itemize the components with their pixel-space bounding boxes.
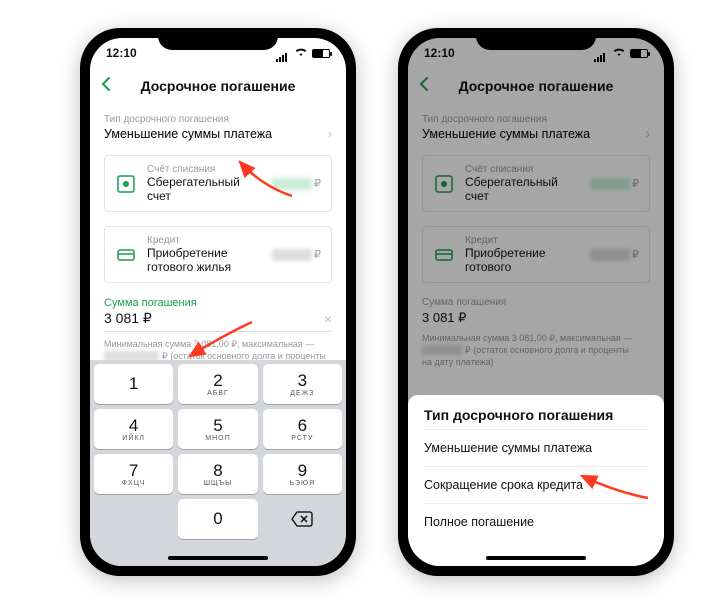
home-indicator[interactable] — [168, 556, 268, 560]
page-title: Досрочное погашение — [120, 78, 316, 94]
home-indicator[interactable] — [486, 556, 586, 560]
key-8[interactable]: 8ШЩЪЫ — [178, 454, 257, 494]
sum-label: Сумма погашения — [104, 297, 332, 309]
key-4[interactable]: 4ИЙКЛ — [94, 409, 173, 449]
action-sheet: Тип досрочного погашения Уменьшение сумм… — [408, 395, 664, 566]
key-7[interactable]: 7ФХЦЧ — [94, 454, 173, 494]
status-time: 12:10 — [106, 46, 137, 60]
credit-value: Приобретение готового жилья — [147, 246, 262, 274]
sheet-option-full[interactable]: Полное погашение — [424, 503, 648, 540]
screen-right: 12:10 Досрочное погашение Тип досрочного… — [408, 38, 664, 566]
credit-amount-hidden: 0000 — [272, 249, 312, 261]
phone-frame-right: 12:10 Досрочное погашение Тип досрочного… — [398, 28, 674, 576]
nav-bar: Досрочное погашение — [90, 68, 346, 104]
notch — [476, 28, 596, 50]
numeric-keypad: 1 2АБВГ 3ДЕЖЗ 4ИЙКЛ 5МНОП 6РСТУ 7ФХЦЧ 8Ш… — [90, 360, 346, 566]
credit-label: Кредит — [147, 235, 262, 246]
back-button[interactable] — [100, 76, 120, 97]
repayment-type-row[interactable]: Уменьшение суммы платежа › — [104, 127, 332, 141]
sheet-option-reduce-term[interactable]: Сокращение срока кредита — [424, 466, 648, 503]
key-1[interactable]: 1 — [94, 364, 173, 404]
notch — [158, 28, 278, 50]
key-backspace[interactable] — [263, 499, 342, 539]
signal-icon — [276, 48, 290, 58]
debit-amount-hidden: 0000 — [272, 178, 312, 190]
debit-account-label: Счёт списания — [147, 164, 262, 175]
sheet-option-reduce-payment[interactable]: Уменьшение суммы платежа — [424, 429, 648, 466]
debit-account-value: Сберегательный счет — [147, 175, 262, 203]
key-0[interactable]: 0 — [178, 499, 257, 539]
clear-icon[interactable]: × — [324, 311, 332, 327]
target-icon — [115, 173, 137, 195]
sum-hint: Минимальная сумма 3 081,00 ₽, максимальн… — [104, 338, 332, 362]
debit-account-block[interactable]: Счёт списания Сберегательный счет 0000₽ — [104, 155, 332, 212]
card-icon — [115, 244, 137, 266]
phone-frame-left: 12:10 Досрочное погашение Тип досрочного… — [80, 28, 356, 576]
sum-input-row[interactable]: 3 081 ₽ × — [104, 309, 332, 332]
repayment-type-label: Тип досрочного погашения — [104, 114, 332, 125]
key-2[interactable]: 2АБВГ — [178, 364, 257, 404]
wifi-icon — [294, 46, 308, 60]
sheet-title: Тип досрочного погашения — [424, 407, 648, 423]
battery-icon — [312, 49, 330, 58]
screen-left: 12:10 Досрочное погашение Тип досрочного… — [90, 38, 346, 566]
key-5[interactable]: 5МНОП — [178, 409, 257, 449]
repayment-type-value: Уменьшение суммы платежа — [104, 127, 272, 141]
key-6[interactable]: 6РСТУ — [263, 409, 342, 449]
credit-block[interactable]: Кредит Приобретение готового жилья 0000₽ — [104, 226, 332, 283]
chevron-right-icon: › — [328, 127, 332, 141]
key-blank — [94, 499, 173, 539]
key-3[interactable]: 3ДЕЖЗ — [263, 364, 342, 404]
sum-value: 3 081 ₽ — [104, 310, 152, 327]
key-9[interactable]: 9ЬЭЮЯ — [263, 454, 342, 494]
